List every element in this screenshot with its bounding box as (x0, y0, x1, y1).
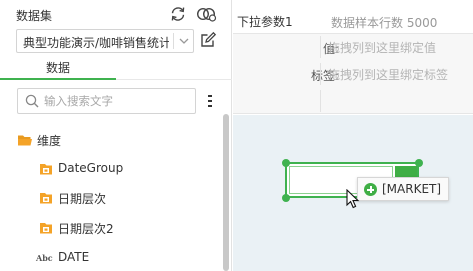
chevron-down-icon[interactable] (178, 34, 190, 48)
component-title: 下拉参数1 (237, 15, 293, 29)
panel-title: 数据集 (16, 9, 53, 23)
scrollbar-thumb[interactable] (223, 114, 229, 271)
sample-rows-info: 数据样本行数 5000 (331, 16, 438, 30)
refresh-icon[interactable] (169, 5, 187, 23)
component-panel: 下拉参数1 数据样本行数 5000 值: 拖拽列到这里绑定值 标签: 拖拽列到这… (233, 0, 473, 271)
label-binding-field[interactable]: 拖拽列到这里绑定标签 (320, 63, 473, 85)
drag-tooltip-text: [MARKET] (382, 182, 442, 196)
resize-handle-top-left[interactable] (282, 159, 290, 167)
data-panel: 数据集 典型功能演示/咖啡销售统计 数据 维度 (0, 0, 232, 271)
tree-item-label: 日期层次2 (58, 222, 114, 236)
search-box[interactable] (17, 88, 196, 114)
resize-handle-bottom-left[interactable] (282, 194, 290, 202)
scrollbar[interactable] (222, 114, 230, 271)
tree-item-label: DateGroup (58, 161, 124, 175)
resize-handle-top-right[interactable] (415, 159, 423, 167)
folder-field-icon (38, 220, 54, 236)
tree-item[interactable]: Abc DATE (36, 248, 186, 268)
binding-properties: 值: 拖拽列到这里绑定值 标签: 拖拽列到这里绑定标签 (233, 34, 473, 114)
label-binding-placeholder: 拖拽列到这里绑定标签 (328, 68, 449, 82)
folder-open-icon (17, 132, 33, 148)
active-tab-indicator (0, 78, 116, 80)
tree-group-dimensions[interactable]: 维度 (17, 130, 167, 150)
component-header: 下拉参数1 数据样本行数 5000 (233, 0, 473, 34)
panel-tabs: 数据 (0, 58, 232, 80)
folder-field-icon (38, 190, 54, 206)
data-panel-header: 数据集 (0, 0, 232, 28)
dataset-select-value: 典型功能演示/咖啡销售统计 (23, 36, 169, 50)
dataset-link-icon[interactable] (196, 5, 218, 23)
folder-field-icon (38, 161, 54, 177)
select-divider (173, 33, 174, 49)
tree-item[interactable]: 日期层次2 (38, 218, 188, 238)
plus-circle-icon (364, 183, 377, 196)
tree-group-label: 维度 (37, 134, 62, 148)
dataset-select[interactable]: 典型功能演示/咖啡销售统计 (16, 29, 194, 53)
tab-data[interactable]: 数据 (0, 58, 116, 80)
tree-item[interactable]: DateGroup (38, 159, 188, 179)
drag-tooltip: [MARKET] (357, 177, 449, 201)
value-binding-placeholder: 拖拽列到这里绑定值 (328, 41, 437, 55)
search-input[interactable] (44, 93, 189, 109)
extra-binding-field[interactable] (320, 90, 473, 112)
tree-item-label: DATE (58, 250, 90, 264)
mouse-cursor-icon (346, 188, 360, 209)
more-vertical-icon[interactable] (206, 93, 214, 109)
tab-data-label: 数据 (45, 61, 70, 75)
search-icon (25, 94, 39, 108)
tree-item[interactable]: 日期层次 (38, 188, 188, 208)
tree-item-label: 日期层次 (58, 192, 107, 206)
abc-icon: Abc (36, 253, 53, 263)
value-binding-field[interactable]: 拖拽列到这里绑定值 (320, 36, 473, 58)
edit-icon[interactable] (199, 31, 217, 49)
